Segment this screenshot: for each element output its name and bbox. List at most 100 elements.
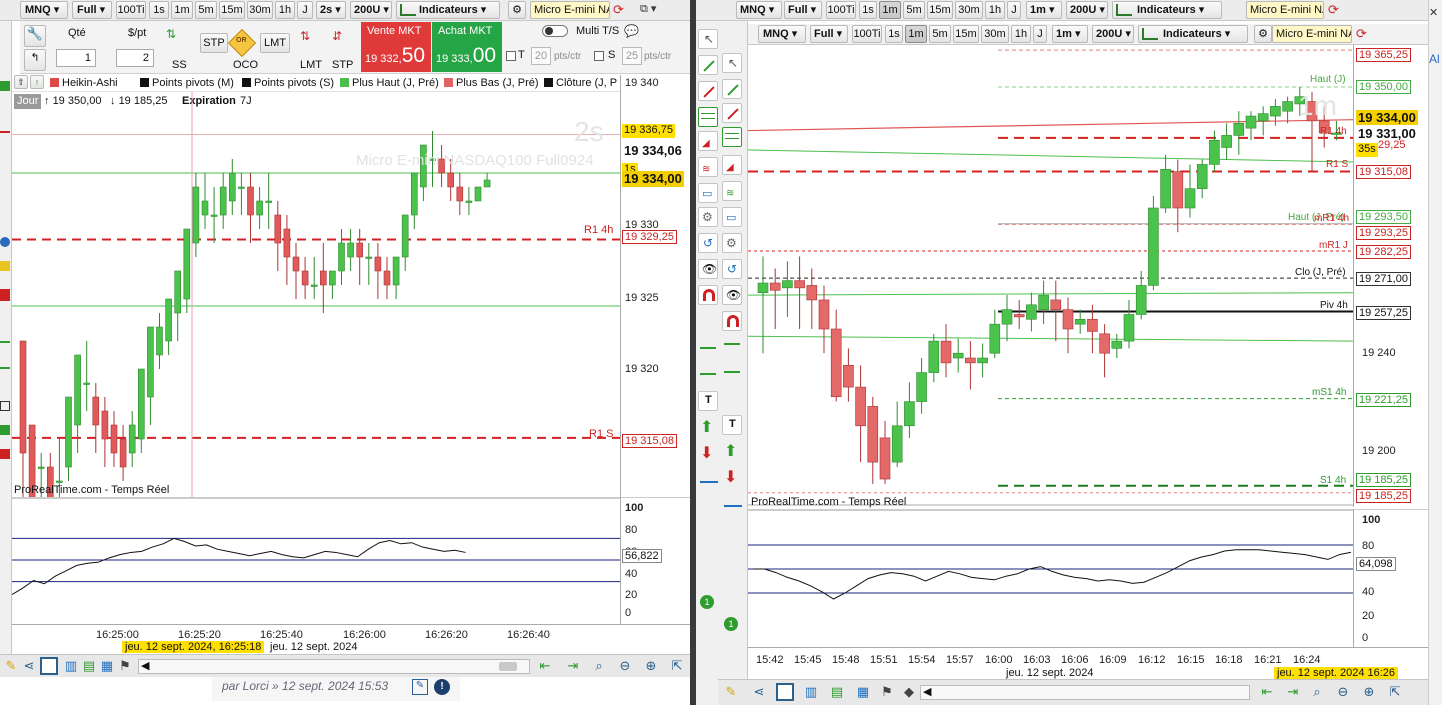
tool-line-red-icon-2[interactable]: [722, 103, 742, 123]
bottom-share-icon[interactable]: ⋖: [750, 683, 768, 701]
left-window-controls[interactable]: ⧉ ▾: [640, 2, 684, 18]
left-units-select[interactable]: 200U ▾: [350, 1, 392, 19]
left-tf-1m[interactable]: 1m: [171, 1, 193, 19]
tool-gear-icon-2[interactable]: ⚙: [722, 233, 742, 253]
scroll-left-arrow[interactable]: ◀: [923, 685, 931, 698]
right-outer-interval[interactable]: 1m ▾: [1026, 1, 1062, 19]
left-indicators-button[interactable]: Indicateurs ▾: [396, 1, 500, 19]
multi-toggle[interactable]: [542, 25, 568, 37]
right-scrollbar[interactable]: ◀: [920, 685, 1250, 700]
left-instrument-box[interactable]: Micro E-mini NA: [530, 1, 610, 19]
sidebar-down-arrow[interactable]: [0, 449, 10, 459]
right-instrument-box[interactable]: Micro E-mini NA: [1272, 25, 1352, 43]
bottom-candles-icon[interactable]: ▤: [828, 683, 846, 701]
bottom-candles-icon[interactable]: ▤: [80, 657, 98, 675]
legend-pivots-m[interactable]: Points pivots (M): [140, 76, 234, 90]
legend-pivots-s[interactable]: Points pivots (S): [242, 76, 334, 90]
tool-trend-marker-icon-2[interactable]: [724, 497, 742, 507]
legend-heikin-ashi[interactable]: Heikin-Ashi: [50, 76, 118, 90]
right-tf-1h[interactable]: 1h: [1011, 25, 1031, 43]
sidebar-cursor-icon[interactable]: [0, 237, 10, 247]
right-outer-tf-15m[interactable]: 15m: [927, 1, 953, 19]
right-symbol-select[interactable]: MNQ ▾: [758, 25, 806, 43]
tool-rect-icon-2[interactable]: ▭: [722, 207, 742, 227]
t-checkbox[interactable]: [506, 51, 516, 61]
right-settings-icon[interactable]: ⚙: [1254, 25, 1272, 43]
zoom-fit-icon[interactable]: ⌕: [1308, 683, 1326, 701]
bottom-pencil-icon[interactable]: ✎: [722, 683, 740, 701]
tool-hline-green-icon[interactable]: [700, 347, 716, 349]
tool-pointer-icon-2[interactable]: ↖: [722, 53, 742, 73]
right-interval-select[interactable]: 1m ▾: [1052, 25, 1088, 43]
right-indicators-button[interactable]: Indicateurs ▾: [1138, 25, 1248, 43]
tool-magnet-icon[interactable]: [698, 285, 718, 305]
right-outer-tf-30m[interactable]: 30m: [955, 1, 983, 19]
right-outer-mode[interactable]: Full ▾: [784, 1, 822, 19]
tool-pointer-icon[interactable]: ↖: [698, 29, 718, 49]
close-icon[interactable]: ✕: [1429, 6, 1441, 19]
bottom-share-icon[interactable]: ⋖: [20, 657, 38, 675]
right-tf-j[interactable]: J: [1033, 25, 1047, 43]
buy-mkt-button[interactable]: Achat MKT 19 333,00: [432, 22, 502, 72]
left-tf-5m[interactable]: 5m: [195, 1, 217, 19]
scroll-start-icon[interactable]: ⇤: [1258, 683, 1276, 701]
legend-collapse-icon[interactable]: ⇧: [14, 75, 28, 89]
sidebar-text-icon[interactable]: [0, 401, 10, 411]
right-outer-tf-1h[interactable]: 1h: [985, 1, 1005, 19]
left-refresh-icon[interactable]: ⟳: [613, 2, 630, 18]
s-checkbox[interactable]: [594, 51, 604, 61]
left-settings-icon[interactable]: ⚙: [508, 1, 526, 19]
tool-fan-icon[interactable]: ◢: [698, 131, 718, 151]
right-outer-refresh-icon[interactable]: ⟳: [1328, 2, 1339, 18]
tool-channel-icon[interactable]: [698, 107, 718, 127]
right-mode-select[interactable]: Full ▾: [810, 25, 848, 43]
sidebar-magnet-icon[interactable]: [0, 289, 10, 301]
scroll-end-icon[interactable]: ⇥: [564, 657, 582, 675]
right-units-select[interactable]: 200U ▾: [1092, 25, 1134, 43]
tool-rect-icon[interactable]: ▭: [698, 183, 718, 203]
right-outer-tf-j[interactable]: J: [1007, 1, 1021, 19]
legend-up-icon[interactable]: ↑: [30, 75, 44, 89]
qty-field[interactable]: 1: [56, 49, 96, 67]
sidebar-green-line-2[interactable]: [0, 367, 10, 369]
stp-button[interactable]: STP: [200, 33, 228, 53]
bottom-layout-icon[interactable]: [776, 683, 794, 701]
bottom-layout-icon[interactable]: [40, 657, 58, 675]
tool-line-green-icon[interactable]: [722, 79, 742, 99]
lmt-button[interactable]: LMT: [260, 33, 290, 53]
zoom-in-icon[interactable]: ⊕: [642, 657, 660, 675]
legend-cloture[interactable]: Clôture (J, P: [544, 76, 617, 90]
tool-trend-marker-icon[interactable]: [700, 473, 718, 483]
tool-notification-icon-2[interactable]: 1: [724, 617, 738, 631]
tool-notification-icon[interactable]: 1: [700, 595, 714, 609]
right-tf-1m[interactable]: 1m: [905, 25, 927, 43]
left-symbol-select[interactable]: MNQ ▾: [20, 1, 68, 19]
tool-fan-icon-2[interactable]: ◢: [722, 155, 742, 175]
left-tf-15m[interactable]: 15m: [219, 1, 245, 19]
tool-gear-icon[interactable]: ⚙: [698, 207, 718, 227]
zoom-out-icon[interactable]: ⊖: [616, 657, 634, 675]
bottom-pencil-icon[interactable]: ✎: [2, 657, 20, 675]
zoom-fit-icon[interactable]: ⌕: [590, 657, 608, 675]
help-bubble-icon[interactable]: 💬: [624, 24, 639, 38]
tool-down-arrow-icon-2[interactable]: ⬇: [724, 467, 737, 487]
left-oscillator[interactable]: [12, 497, 620, 624]
tool-hline-green-icon-3[interactable]: [700, 373, 716, 375]
scroll-left-arrow[interactable]: ◀: [141, 659, 149, 672]
t-field[interactable]: 20: [531, 47, 551, 65]
right-tf-30m[interactable]: 30m: [981, 25, 1009, 43]
tool-text-icon[interactable]: T: [698, 391, 718, 411]
bottom-bars-icon[interactable]: ▥: [62, 657, 80, 675]
left-mode-select[interactable]: Full ▾: [72, 1, 112, 19]
stp-arrows-icon[interactable]: ⇵: [332, 29, 352, 51]
legend-plus-haut[interactable]: Plus Haut (J, Pré): [340, 76, 439, 90]
right-tf-1s[interactable]: 1s: [885, 25, 903, 43]
zoom-out-icon[interactable]: ⊖: [1334, 683, 1352, 701]
scroll-start-icon[interactable]: ⇤: [536, 657, 554, 675]
tool-trendline-icon[interactable]: [698, 55, 718, 75]
right-outer-tf-100ti[interactable]: 100Ti: [826, 1, 856, 19]
left-arrow-icon[interactable]: ↰: [24, 49, 46, 71]
tool-magnet-icon-2[interactable]: [722, 311, 742, 331]
tool-eye-icon[interactable]: 👁: [698, 259, 718, 279]
right-outer-symbol[interactable]: MNQ ▾: [736, 1, 782, 19]
